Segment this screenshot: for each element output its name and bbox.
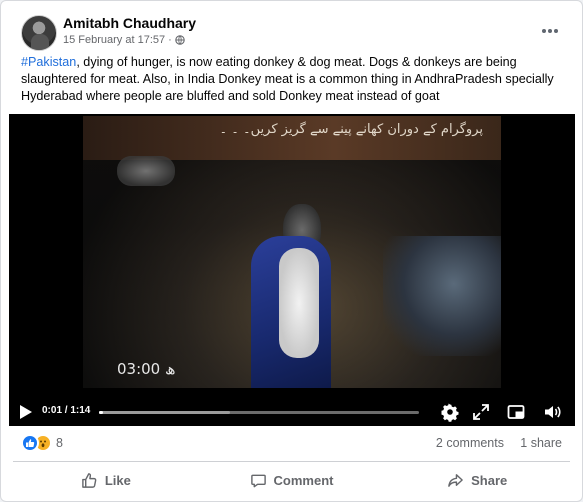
comments-count-link[interactable]: 2 comments	[436, 436, 504, 450]
comment-bubble-icon	[250, 474, 266, 487]
video-person-scarf	[279, 248, 319, 358]
avatar[interactable]	[21, 15, 57, 51]
meta-separator: ·	[168, 34, 172, 46]
shares-count-link[interactable]: 1 share	[520, 436, 562, 450]
more-dot-icon	[548, 29, 552, 33]
reactions-summary[interactable]: 8	[21, 434, 63, 452]
post-card: Amitabh Chaudhary 15 February at 17:57 ·…	[0, 0, 583, 502]
picture-in-picture-icon[interactable]	[506, 402, 526, 422]
post-timestamp[interactable]: 15 February at 17:57	[63, 34, 165, 46]
post-body: , dying of hunger, is now eating donkey …	[21, 55, 554, 103]
like-button[interactable]: Like	[13, 463, 199, 497]
hashtag-link[interactable]: #Pakistan	[21, 55, 76, 69]
video-player[interactable]: پروگرام کے دوران کھانے پینے سے گریز کریں…	[9, 114, 575, 426]
post-header: Amitabh Chaudhary 15 February at 17:57 ·	[13, 13, 570, 53]
thumbs-up-icon	[82, 472, 97, 488]
comment-button[interactable]: Comment	[199, 463, 385, 497]
video-overlay-timecode: 03:00 ھ	[117, 360, 176, 378]
reaction-count: 8	[56, 436, 63, 450]
video-time: 0:01 / 1:14	[42, 405, 91, 416]
author-name[interactable]: Amitabh Chaudhary	[63, 15, 196, 31]
video-overlay-caption: پروگرام کے دوران کھانے پینے سے گریز کریں…	[219, 122, 483, 137]
like-reaction-icon	[21, 434, 39, 452]
actions-divider	[13, 461, 570, 462]
share-arrow-icon	[448, 473, 463, 487]
channel-logo	[117, 156, 175, 186]
more-dot-icon	[554, 29, 558, 33]
post-actions: Like Comment Share	[13, 463, 570, 497]
comment-label: Comment	[273, 472, 334, 488]
post-text: #Pakistan, dying of hunger, is now eatin…	[21, 54, 566, 105]
expand-icon[interactable]	[471, 402, 491, 422]
like-label: Like	[104, 472, 131, 488]
more-dot-icon	[542, 29, 546, 33]
video-frame[interactable]: پروگرام کے دوران کھانے پینے سے گریز کریں…	[83, 116, 501, 388]
share-label: Share	[471, 472, 508, 488]
video-animal-figure	[383, 236, 501, 356]
video-controls: 0:01 / 1:14	[9, 398, 575, 426]
play-icon[interactable]	[19, 404, 33, 420]
engagement-stats: 8 2 comments 1 share	[21, 433, 562, 455]
video-buffered	[99, 411, 231, 414]
share-button[interactable]: Share	[384, 463, 570, 497]
video-progress-bar[interactable]	[99, 411, 419, 414]
volume-icon[interactable]	[542, 402, 562, 422]
post-meta: 15 February at 17:57 ·	[63, 34, 185, 46]
settings-gear-icon[interactable]	[440, 402, 460, 422]
more-options-button[interactable]	[538, 19, 562, 43]
globe-icon[interactable]	[175, 35, 185, 45]
